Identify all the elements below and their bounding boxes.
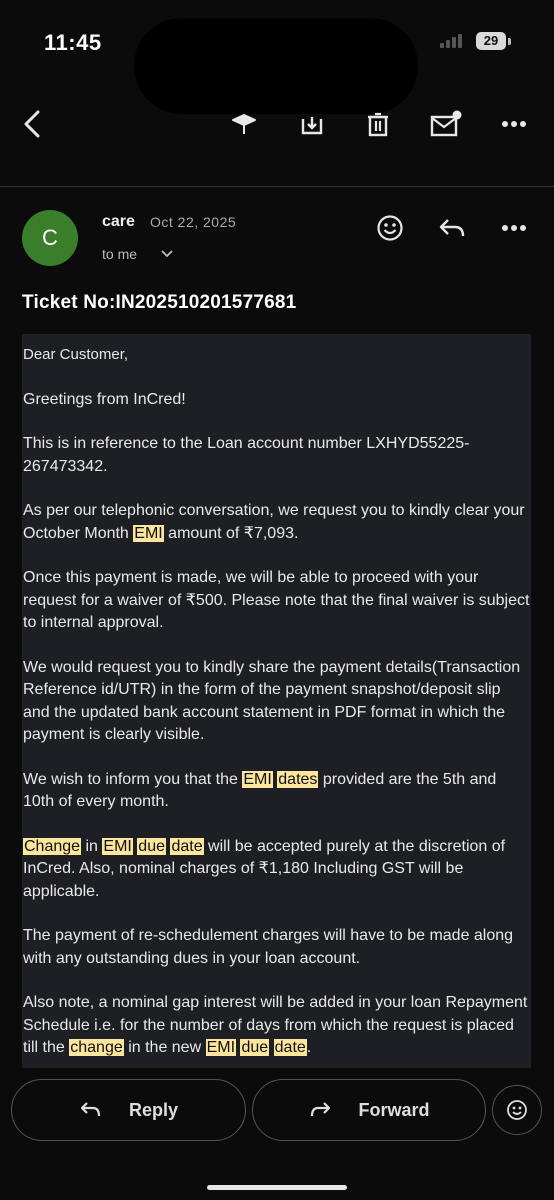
body-paragraph: Also note, a nominal gap interest will b…	[23, 994, 528, 1056]
search-highlight: EMI	[133, 524, 164, 542]
search-highlight: EMI	[102, 837, 133, 855]
label-icon[interactable]	[226, 96, 262, 152]
chevron-down-icon[interactable]	[160, 246, 174, 260]
sender-name[interactable]: care	[102, 213, 135, 231]
forward-icon	[308, 1100, 332, 1120]
recipient-label[interactable]: to me	[102, 246, 137, 262]
forward-label: Forward	[358, 1099, 430, 1120]
search-highlight: EMI	[242, 770, 273, 788]
email-subject: Ticket No:IN202510201577681	[22, 292, 297, 313]
sender-avatar[interactable]: C	[22, 210, 78, 266]
body-paragraph: Once this payment is made, we will be ab…	[23, 569, 530, 631]
status-bar: 11:45 29	[0, 0, 554, 114]
search-highlight: dates	[277, 770, 319, 788]
reply-icon	[79, 1100, 103, 1120]
reply-button[interactable]: Reply	[11, 1079, 246, 1141]
status-time: 11:45	[44, 30, 102, 55]
signal-icon	[440, 34, 466, 48]
email-toolbar	[0, 96, 554, 152]
body-paragraph: We would request you to kindly share the…	[23, 658, 521, 744]
search-highlight: due	[240, 1039, 270, 1056]
trash-icon[interactable]	[360, 96, 396, 152]
search-highlight: due	[137, 837, 166, 855]
body-paragraph: The payment of re-schedulement charges w…	[23, 927, 514, 967]
search-highlight: change	[69, 1039, 124, 1056]
search-highlight: Change	[23, 837, 82, 855]
reply-label: Reply	[128, 1099, 179, 1120]
search-highlight: EMI	[205, 1039, 237, 1056]
back-arrow-icon[interactable]	[12, 96, 52, 152]
greeting: Dear Customer,	[23, 346, 129, 363]
search-highlight: date	[273, 1039, 307, 1056]
forward-button[interactable]: Forward	[252, 1079, 486, 1141]
header-divider	[0, 186, 554, 187]
emoji-react-button[interactable]	[492, 1085, 542, 1135]
battery-tip	[508, 38, 511, 45]
battery-indicator: 29	[476, 32, 506, 50]
body-paragraph: This is in reference to the Loan account…	[23, 435, 470, 475]
home-indicator	[207, 1185, 347, 1190]
emoji-icon	[507, 1100, 527, 1120]
mark-unread-icon[interactable]	[428, 96, 464, 152]
archive-icon[interactable]	[294, 96, 330, 152]
body-paragraph: We wish to inform you that the EMI dates…	[23, 770, 497, 810]
body-paragraph: As per our telephonic conversation, we r…	[23, 502, 525, 542]
reply-icon[interactable]	[436, 212, 468, 244]
body-paragraph: Greetings from InCred!	[23, 390, 186, 408]
email-body: Dear Customer, Greetings from InCred! Th…	[22, 334, 531, 1068]
email-date: Oct 22, 2025	[150, 214, 237, 230]
search-highlight: date	[170, 837, 204, 855]
emoji-react-icon[interactable]	[374, 212, 406, 244]
more-icon[interactable]	[496, 96, 532, 152]
body-paragraph: Change in EMI due date will be accepted …	[23, 837, 506, 900]
more-options-icon[interactable]	[498, 212, 530, 244]
